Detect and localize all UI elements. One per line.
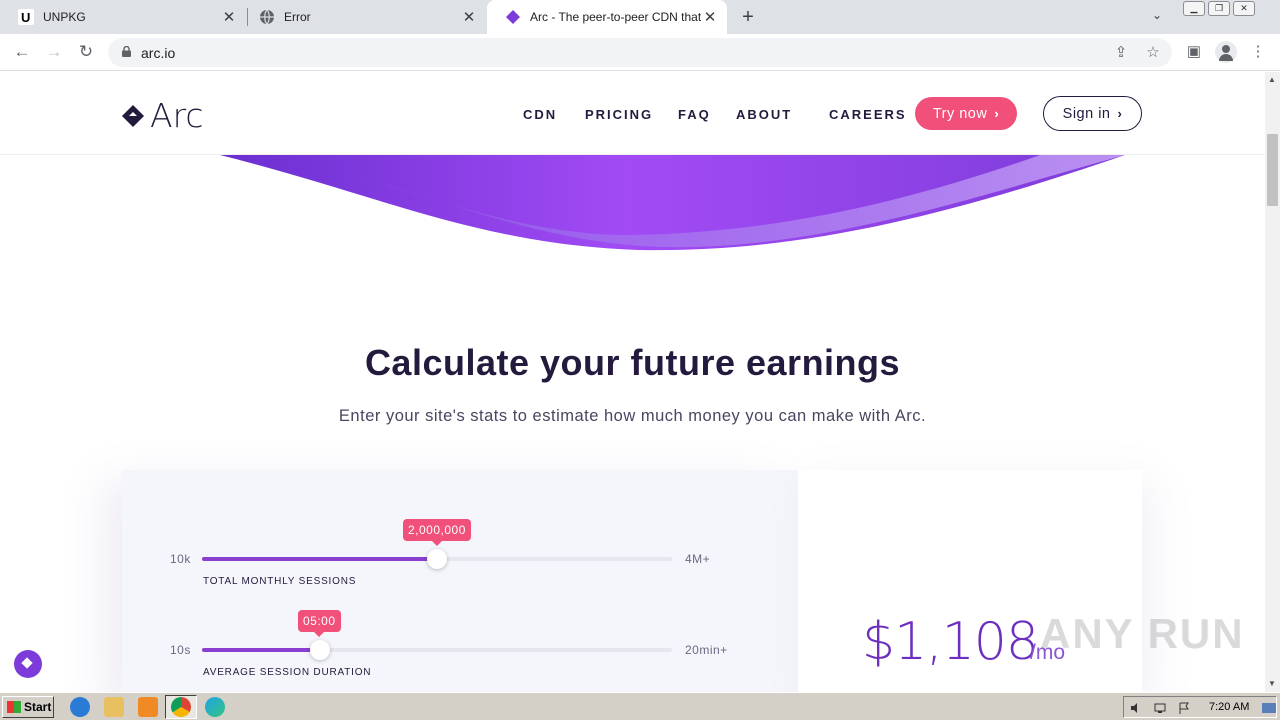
menu-kebab-icon[interactable]: ⋮	[1247, 41, 1269, 63]
logo-text: Arc	[150, 96, 204, 135]
close-tab-icon[interactable]: ✕	[220, 8, 238, 26]
nav-faq[interactable]: FAQ	[678, 107, 711, 122]
site-logo[interactable]: Arc	[122, 96, 204, 135]
nav-about[interactable]: ABOUT	[736, 107, 792, 122]
share-icon[interactable]: ⇪	[1112, 44, 1130, 62]
nav-pricing[interactable]: PRICING	[585, 107, 653, 122]
start-button[interactable]: Start	[2, 696, 54, 718]
window-controls: ▁ ❐ ✕	[1183, 1, 1258, 17]
svg-text:U: U	[21, 10, 30, 25]
sessions-value-tooltip: 2,000,000	[403, 519, 471, 546]
action-center-flag-icon[interactable]	[1178, 701, 1190, 714]
slider-min-label: 10s	[170, 643, 191, 657]
restore-icon[interactable]: ❐	[1208, 1, 1230, 16]
arc-favicon-icon	[505, 9, 521, 25]
lock-icon	[122, 46, 131, 57]
unpkg-favicon-icon: U	[18, 9, 34, 25]
network-icon[interactable]	[1154, 701, 1166, 713]
browser-toolbar: ← → ↻ arc.io ⇪ ☆ ▣ ⋮	[0, 34, 1280, 71]
minimize-icon[interactable]: ▁	[1183, 1, 1205, 16]
taskbar-clock: 7:20 AM	[1209, 701, 1250, 713]
back-arrow-icon[interactable]: ←	[11, 41, 33, 63]
sign-in-label: Sign in	[1062, 105, 1111, 122]
forward-arrow-icon[interactable]: →	[43, 41, 65, 63]
slider-min-label: 10k	[170, 552, 191, 566]
chevron-down-icon[interactable]: ⌄	[1152, 8, 1162, 22]
side-panel-icon[interactable]: ▣	[1183, 41, 1205, 63]
close-tab-icon[interactable]: ✕	[701, 8, 719, 26]
tab-error[interactable]: Error ✕	[241, 0, 486, 34]
start-label: Start	[24, 700, 52, 714]
media-player-icon[interactable]	[138, 697, 158, 717]
edge-icon[interactable]	[205, 697, 225, 717]
reload-icon[interactable]: ↻	[75, 41, 97, 63]
duration-slider-fill	[202, 648, 320, 652]
scroll-down-icon[interactable]: ▼	[1268, 679, 1276, 688]
sessions-slider-fill	[202, 557, 437, 561]
page-title: Calculate your future earnings	[364, 342, 901, 383]
chat-launcher-button[interactable]	[14, 650, 42, 678]
duration-value-tooltip: 05:00	[298, 610, 341, 637]
chevron-right-icon: ›	[994, 106, 1000, 121]
scrollbar-thumb[interactable]	[1267, 134, 1278, 206]
tab-title: UNPKG	[43, 10, 86, 24]
show-desktop-icon[interactable]	[1262, 701, 1276, 713]
sessions-slider-label: TOTAL MONTHLY SESSIONS	[203, 576, 357, 587]
chevron-right-icon: ›	[1117, 106, 1123, 121]
site-header: Arc CDN PRICING FAQ ABOUT CAREERS Try no…	[0, 72, 1265, 155]
watermark-text: ANY RUN	[1040, 610, 1245, 657]
tab-arc[interactable]: Arc - The peer-to-peer CDN that pays ✕	[487, 0, 727, 34]
new-tab-plus-icon[interactable]: +	[737, 6, 759, 28]
page-scrollbar[interactable]: ▲ ▼	[1265, 72, 1280, 692]
tab-unpkg[interactable]: U UNPKG ✕	[0, 0, 246, 34]
hero-wave-graphic	[220, 155, 1125, 251]
page-subtitle: Enter your site's stats to estimate how …	[338, 407, 927, 425]
internet-explorer-icon[interactable]	[70, 697, 90, 717]
url-text: arc.io	[141, 45, 176, 61]
sessions-slider-thumb[interactable]	[427, 549, 447, 569]
bookmark-star-icon[interactable]: ☆	[1144, 44, 1162, 62]
try-now-label: Try now	[932, 105, 988, 122]
globe-icon	[259, 9, 275, 25]
profile-avatar-icon[interactable]	[1215, 41, 1237, 63]
address-bar[interactable]: arc.io ⇪ ☆	[108, 38, 1172, 67]
nav-cdn[interactable]: CDN	[523, 107, 557, 122]
nav-careers[interactable]: CAREERS	[829, 107, 907, 122]
scroll-up-icon[interactable]: ▲	[1268, 75, 1276, 84]
windows-flag-icon	[7, 701, 21, 713]
tab-title: Error	[284, 10, 311, 24]
windows-taskbar: Start 7:20 AM	[0, 692, 1280, 720]
earnings-amount: $1,108	[862, 612, 1039, 672]
page-viewport: Arc CDN PRICING FAQ ABOUT CAREERS Try no…	[0, 72, 1265, 692]
system-tray	[1123, 696, 1277, 718]
chrome-icon	[171, 697, 191, 717]
slider-max-label: 4M+	[685, 552, 711, 566]
duration-slider-thumb[interactable]	[309, 640, 330, 660]
file-explorer-icon[interactable]	[104, 697, 124, 717]
slider-max-label: 20min+	[685, 643, 728, 657]
tab-strip: U UNPKG ✕ Error ✕ Arc - The peer-to-peer…	[0, 0, 1280, 34]
duration-slider-label: AVERAGE SESSION DURATION	[203, 667, 372, 678]
close-tab-icon[interactable]: ✕	[460, 8, 478, 26]
sign-in-button[interactable]: Sign in ›	[1043, 96, 1142, 131]
volume-icon[interactable]	[1130, 701, 1142, 713]
close-window-icon[interactable]: ✕	[1233, 1, 1255, 16]
duration-slider-track[interactable]	[202, 648, 672, 652]
tab-title: Arc - The peer-to-peer CDN that pays	[530, 10, 701, 24]
try-now-button[interactable]: Try now ›	[915, 97, 1017, 130]
arc-logo-icon	[122, 104, 144, 127]
